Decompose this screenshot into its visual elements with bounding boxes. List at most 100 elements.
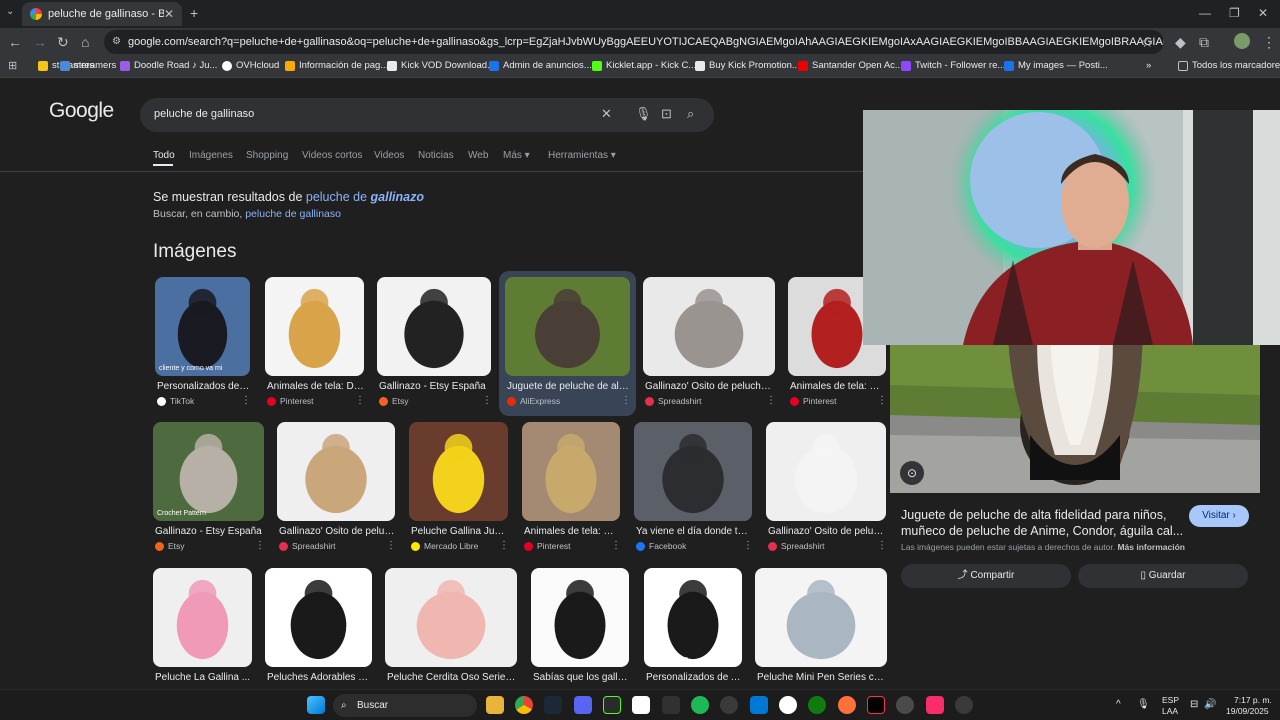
image-result-card[interactable]: Peluche Gallina Jug... Mercado Libre ⋮ — [409, 422, 509, 557]
restore-icon[interactable]: ❐ — [1229, 6, 1240, 20]
image-result-card[interactable]: Ya viene el día donde te ... Facebook ⋮ — [634, 422, 753, 557]
image-result-source[interactable]: Etsy — [155, 541, 185, 551]
image-result-card[interactable]: gato peluche Personalizados de A... — [644, 568, 742, 689]
image-thumbnail[interactable] — [643, 277, 775, 376]
bookmark-item[interactable]: Kicklet.app - Kick C... — [592, 60, 696, 71]
image-result-source[interactable]: Etsy — [379, 396, 409, 406]
image-thumbnail[interactable] — [531, 568, 629, 667]
lens-search-icon[interactable]: ⊙ — [900, 461, 924, 485]
taskbar-search[interactable]: ⌕ Buscar — [333, 694, 477, 717]
app-icon[interactable] — [603, 696, 621, 714]
google-logo[interactable]: Google — [49, 99, 114, 123]
more-options-icon[interactable]: ⋮ — [621, 395, 631, 406]
close-window-icon[interactable]: ✕ — [1258, 6, 1268, 20]
close-tab-icon[interactable]: ✕ — [164, 7, 174, 21]
4k-downloader-icon[interactable] — [720, 696, 738, 714]
more-options-icon[interactable]: ⋮ — [241, 395, 251, 406]
visit-button[interactable]: Visitar › — [1189, 505, 1249, 527]
image-result-title[interactable]: Gallinazo' Osito de peluc... — [279, 526, 395, 537]
keyboard-layout[interactable]: LAA — [1162, 706, 1178, 716]
more-info-link[interactable]: Más información — [1117, 542, 1185, 552]
image-result-title[interactable]: Personalizados de A... — [157, 381, 250, 392]
image-thumbnail[interactable] — [385, 568, 517, 667]
tab-active[interactable]: peluche de gallinaso - Buscar c ✕ — [22, 2, 182, 26]
more-options-icon[interactable]: ⋮ — [877, 540, 887, 551]
volume-icon[interactable]: 🔊 — [1204, 699, 1216, 710]
image-result-title[interactable]: Sabías que los gallin... — [533, 672, 629, 683]
image-result-title[interactable]: Personalizados de A... — [646, 672, 742, 683]
microphone-tray-icon[interactable]: 🎙 — [1137, 699, 1150, 710]
tab-mas[interactable]: Más ▾ — [503, 150, 530, 161]
tab-videos[interactable]: Videos — [374, 150, 404, 161]
image-result-card[interactable]: Peluches Adorables e... — [265, 568, 372, 689]
image-result-card[interactable]: Gallinazo' Osito de peluch... Spreadshirt… — [766, 422, 887, 557]
apps-grid-icon[interactable]: ⊞ — [8, 59, 17, 72]
image-thumbnail[interactable] — [409, 422, 508, 521]
image-result-card[interactable]: Peluche Mini Pen Series con... — [755, 568, 887, 689]
image-result-source[interactable]: Pinterest — [790, 396, 837, 406]
image-thumbnail[interactable] — [153, 568, 252, 667]
clear-icon[interactable]: ✕ — [601, 106, 612, 122]
image-result-title[interactable]: Gallinazo' Osito de peluche |... — [645, 381, 775, 392]
image-result-card[interactable]: Animales de tela: De... Pinterest ⋮ — [265, 277, 365, 412]
corrected-query-link[interactable]: peluche de gallinazo — [306, 190, 424, 204]
image-result-card[interactable]: Juguete de peluche de alta... AliExpress ⋮ — [499, 271, 636, 416]
image-result-source[interactable]: Facebook — [636, 541, 686, 551]
tab-videos-cortos[interactable]: Videos cortos — [302, 150, 362, 161]
media-app-icon[interactable] — [750, 696, 768, 714]
file-explorer-icon[interactable] — [486, 696, 504, 714]
tab-imagenes[interactable]: Imágenes — [189, 150, 233, 161]
image-thumbnail[interactable] — [522, 422, 620, 521]
lens-camera-icon[interactable]: ⊡ — [661, 106, 672, 122]
image-thumbnail[interactable] — [505, 277, 630, 376]
bookmarks-overflow-icon[interactable]: » — [1146, 60, 1151, 71]
tab-noticias[interactable]: Noticias — [418, 150, 454, 161]
discord-icon[interactable] — [574, 696, 592, 714]
bookmark-item[interactable]: Admin de anuncios... — [489, 60, 592, 71]
image-result-title[interactable]: Peluche La Gallina ... — [155, 672, 252, 683]
clock-time[interactable]: 7:17 p. m. — [1234, 695, 1272, 705]
bookmark-item[interactable]: Doodle Road ♪ Ju... — [120, 60, 217, 71]
back-icon[interactable]: ← — [8, 34, 22, 50]
image-result-title[interactable]: Peluche Gallina Jug... — [411, 526, 508, 537]
address-bar[interactable]: ⚙ google.com/search?q=peluche+de+gallina… — [104, 30, 1164, 54]
bookmark-item[interactable]: Twitch - Follower re... — [901, 60, 1005, 71]
image-result-title[interactable]: Animales de tela: De... — [790, 381, 886, 392]
minimize-icon[interactable]: — — [1199, 6, 1211, 20]
save-button[interactable]: ▯ Guardar — [1078, 564, 1248, 588]
site-info-icon[interactable]: ⚙ — [112, 30, 121, 54]
extension-icon[interactable]: ◆ — [1175, 34, 1186, 51]
image-thumbnail[interactable] — [277, 422, 395, 521]
tray-overflow-icon[interactable]: ^ — [1116, 699, 1121, 710]
image-result-source[interactable]: Mercado Libre — [411, 541, 478, 551]
preview-title-line1[interactable]: Juguete de peluche de alta fidelidad par… — [901, 508, 1166, 522]
image-result-source[interactable]: Spreadshirt — [645, 396, 701, 406]
image-result-source[interactable]: Spreadshirt — [279, 541, 335, 551]
tab-shopping[interactable]: Shopping — [246, 150, 288, 161]
preview-title-line2[interactable]: muñeco de peluche de Anime, Condor, águi… — [901, 524, 1183, 538]
image-result-source[interactable]: TikTok — [157, 396, 194, 406]
language-indicator[interactable]: ESP — [1162, 695, 1179, 705]
image-result-card[interactable]: Peluche Cerdita Oso Serie L... — [385, 568, 517, 689]
image-result-title[interactable]: Juguete de peluche de alta... — [507, 381, 630, 392]
bookmark-item[interactable]: Kick VOD Download... — [387, 60, 495, 71]
windows-start-icon[interactable] — [307, 696, 325, 714]
more-options-icon[interactable]: ⋮ — [499, 540, 509, 551]
image-result-title[interactable]: Gallinazo' Osito de peluch... — [768, 526, 886, 537]
image-result-title[interactable]: Gallinazo - Etsy España — [155, 526, 264, 537]
more-options-icon[interactable]: ⋮ — [255, 540, 265, 551]
itunes-icon[interactable] — [926, 696, 944, 714]
firefox-icon[interactable] — [838, 696, 856, 714]
home-icon[interactable]: ⌂ — [81, 34, 89, 50]
microphone-icon[interactable]: 🎙 — [635, 106, 652, 122]
bookmark-item[interactable]: Buy Kick Promotion... — [695, 60, 800, 71]
epic-games-icon[interactable] — [662, 696, 680, 714]
image-thumbnail[interactable] — [265, 277, 364, 376]
image-result-title[interactable]: Peluche Cerdita Oso Serie L... — [387, 672, 517, 683]
image-thumbnail[interactable]: gato peluche — [644, 568, 742, 667]
bookmark-item[interactable]: OVHcloud — [222, 60, 279, 71]
image-thumbnail[interactable] — [634, 422, 752, 521]
more-options-icon[interactable]: ⋮ — [877, 395, 887, 406]
reload-icon[interactable]: ↻ — [57, 34, 69, 51]
image-result-card[interactable]: Animales de tela: De... Pinterest ⋮ — [522, 422, 621, 557]
